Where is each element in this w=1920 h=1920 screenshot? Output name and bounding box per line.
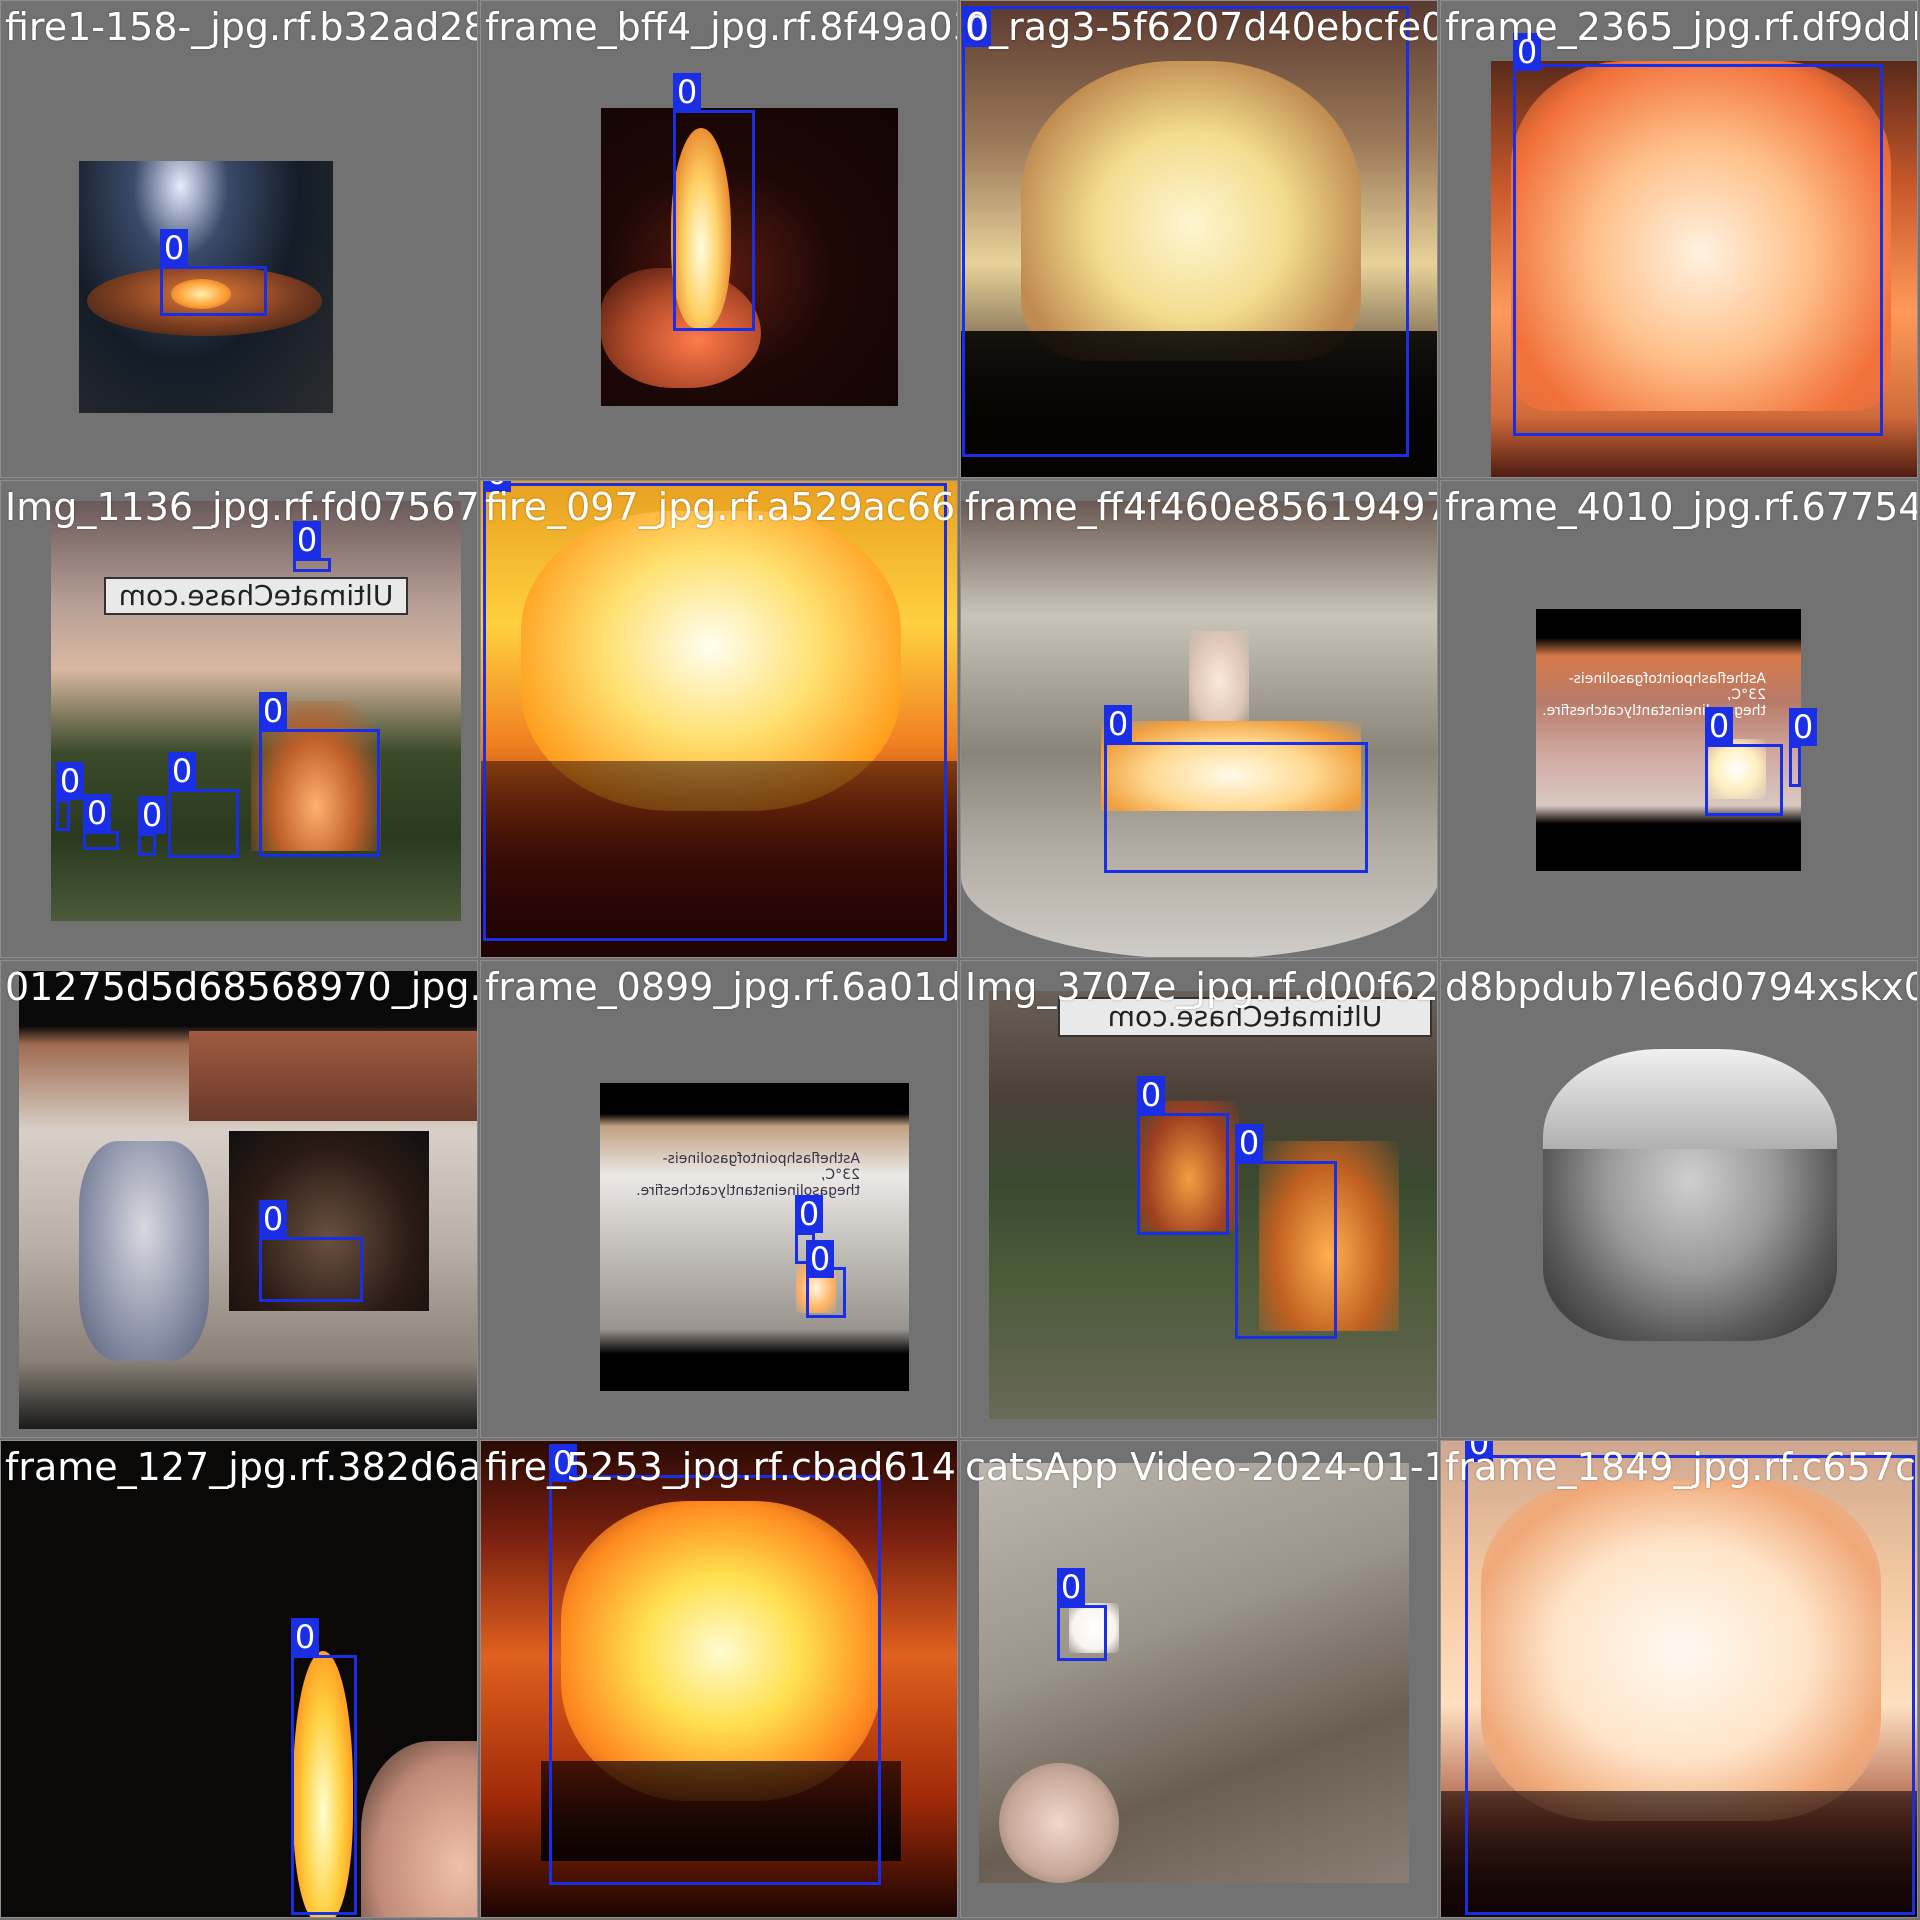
photo: Astheflashpointofgasolineis-23°C, thegas… bbox=[1536, 609, 1801, 871]
detection-box[interactable]: 0 bbox=[83, 794, 119, 850]
class-label: 0 bbox=[83, 794, 111, 832]
detection-box[interactable]: 0 bbox=[806, 1240, 846, 1318]
detection-box[interactable]: 0 bbox=[291, 1618, 357, 1915]
tile-title: frame_ff4f460e85619497645 bbox=[965, 485, 1437, 529]
detection-box[interactable]: 0 bbox=[1057, 1568, 1107, 1661]
detection-box[interactable]: 0 bbox=[259, 1200, 363, 1302]
overlay-sign-text: Astheflashpointofgasolineis-23°C, thegas… bbox=[1542, 671, 1766, 719]
photo bbox=[979, 1463, 1409, 1883]
detection-box[interactable]: 0 bbox=[293, 521, 331, 572]
photo bbox=[51, 501, 461, 921]
tile-15[interactable]: 0 catsApp Video-2024-01-12 bbox=[960, 1440, 1438, 1918]
class-label: 0 bbox=[1705, 707, 1733, 745]
class-label: 0 bbox=[259, 1200, 287, 1238]
detection-box[interactable]: 0 bbox=[962, 6, 1409, 457]
tile-6[interactable]: 0 fire_097_jpg.rf.a529ac660b bbox=[480, 480, 958, 958]
photo bbox=[1, 1441, 477, 1917]
tile-13[interactable]: 0 frame_127_jpg.rf.382d6a3d8 bbox=[0, 1440, 478, 1918]
class-label: 0 bbox=[1104, 705, 1132, 743]
detection-box[interactable]: 0 bbox=[549, 1444, 881, 1885]
photo: Astheflashpointofgasolineis-23°C, thegas… bbox=[600, 1083, 909, 1391]
watermark-banner: UltimateChase.com bbox=[104, 577, 408, 615]
tile-title: 01275d5d68568970_jpg.rf.2 bbox=[5, 965, 478, 1009]
tile-4[interactable]: 0 frame_2365_jpg.rf.df9ddb2820 bbox=[1440, 0, 1918, 478]
class-label: 0 bbox=[56, 762, 84, 800]
tile-title: Img_3707e_jpg.rf.d00f6239415 bbox=[965, 965, 1438, 1009]
class-label: 0 bbox=[138, 796, 166, 834]
overlay-sign-text: Astheflashpointofgasolineis-23°C, thegas… bbox=[636, 1151, 860, 1199]
photo bbox=[19, 971, 477, 1429]
tile-title: 0_rag3-5f6207d40ebcfe0a1306 bbox=[965, 5, 1437, 49]
class-label: 0 bbox=[168, 752, 196, 790]
tile-1[interactable]: 0 fire1-158-_jpg.rf.b32ad28f4a bbox=[0, 0, 478, 478]
tile-title: frame_2365_jpg.rf.df9ddb2820 bbox=[1445, 5, 1917, 49]
tile-2[interactable]: 0 frame_bff4_jpg.rf.8f49a0320 bbox=[480, 0, 958, 478]
tile-10[interactable]: Astheflashpointofgasolineis-23°C, thegas… bbox=[480, 960, 958, 1438]
detection-box[interactable]: 0 bbox=[160, 229, 267, 316]
class-label: 0 bbox=[160, 229, 188, 267]
photo bbox=[1543, 1049, 1837, 1341]
tile-title: fire1-158-_jpg.rf.b32ad28f4a bbox=[5, 5, 477, 49]
class-label: 0 bbox=[795, 1195, 823, 1233]
tile-12[interactable]: d8bpdub7le6d0794xskx01v bbox=[1440, 960, 1918, 1438]
detection-box[interactable]: 0 bbox=[673, 73, 755, 331]
tile-5[interactable]: UltimateChase.com 0 0 0 0 0 0 Img_1136_j… bbox=[0, 480, 478, 958]
tile-title: frame_1849_jpg.rf.c657ca0063 bbox=[1445, 1445, 1917, 1489]
tile-8[interactable]: Astheflashpointofgasolineis-23°C, thegas… bbox=[1440, 480, 1918, 958]
tile-title: Img_1136_jpg.rf.fd07567722 bbox=[5, 485, 478, 529]
class-label: 0 bbox=[806, 1240, 834, 1278]
tile-title: catsApp Video-2024-01-12 bbox=[965, 1445, 1438, 1489]
detection-box[interactable]: 0 bbox=[168, 752, 239, 858]
detection-box[interactable]: 0 bbox=[1705, 707, 1783, 816]
class-label: 0 bbox=[259, 692, 287, 730]
tile-14[interactable]: 0 fire_5253_jpg.rf.cbad61431 bbox=[480, 1440, 958, 1918]
class-label: 0 bbox=[1057, 1568, 1085, 1606]
detection-box[interactable]: 0 bbox=[1235, 1124, 1337, 1339]
detection-box[interactable]: 0 bbox=[259, 692, 380, 857]
detection-box[interactable]: 0 bbox=[1137, 1076, 1229, 1235]
tile-9[interactable]: 0 01275d5d68568970_jpg.rf.2 bbox=[0, 960, 478, 1438]
mosaic-grid: 0 fire1-158-_jpg.rf.b32ad28f4a 0 frame_b… bbox=[0, 0, 1920, 1920]
detection-box[interactable]: 0 bbox=[56, 762, 84, 831]
class-label: 0 bbox=[1789, 708, 1817, 746]
tile-title: frame_0899_jpg.rf.6a01d395c5 bbox=[485, 965, 957, 1009]
tile-title: frame_4010_jpg.rf.677549594 bbox=[1445, 485, 1918, 529]
detection-box[interactable]: 0 bbox=[1104, 705, 1368, 873]
class-label: 0 bbox=[1235, 1124, 1263, 1162]
detection-box[interactable]: 0 bbox=[1465, 1441, 1915, 1915]
detection-box[interactable]: 0 bbox=[1513, 33, 1883, 436]
detection-box[interactable]: 0 bbox=[138, 796, 166, 856]
tile-title: d8bpdub7le6d0794xskx01v bbox=[1445, 965, 1917, 1009]
tile-3[interactable]: 0 0_rag3-5f6207d40ebcfe0a1306 bbox=[960, 0, 1438, 478]
detection-box[interactable]: 0 bbox=[483, 481, 947, 941]
detection-box[interactable]: 0 bbox=[1789, 708, 1817, 787]
tile-title: frame_127_jpg.rf.382d6a3d8 bbox=[5, 1445, 477, 1489]
class-label: 0 bbox=[673, 73, 701, 111]
tile-title: frame_bff4_jpg.rf.8f49a0320 bbox=[485, 5, 957, 49]
tile-title: fire_5253_jpg.rf.cbad61431 bbox=[485, 1445, 958, 1489]
tile-11[interactable]: UltimateChase.com 0 0 Img_3707e_jpg.rf.d… bbox=[960, 960, 1438, 1438]
tile-7[interactable]: 0 frame_ff4f460e85619497645 bbox=[960, 480, 1438, 958]
tile-16[interactable]: 0 frame_1849_jpg.rf.c657ca0063 bbox=[1440, 1440, 1918, 1918]
class-label: 0 bbox=[1137, 1076, 1165, 1114]
photo bbox=[961, 501, 1437, 957]
class-label: 0 bbox=[291, 1618, 319, 1656]
tile-title: fire_097_jpg.rf.a529ac660b bbox=[485, 485, 958, 529]
